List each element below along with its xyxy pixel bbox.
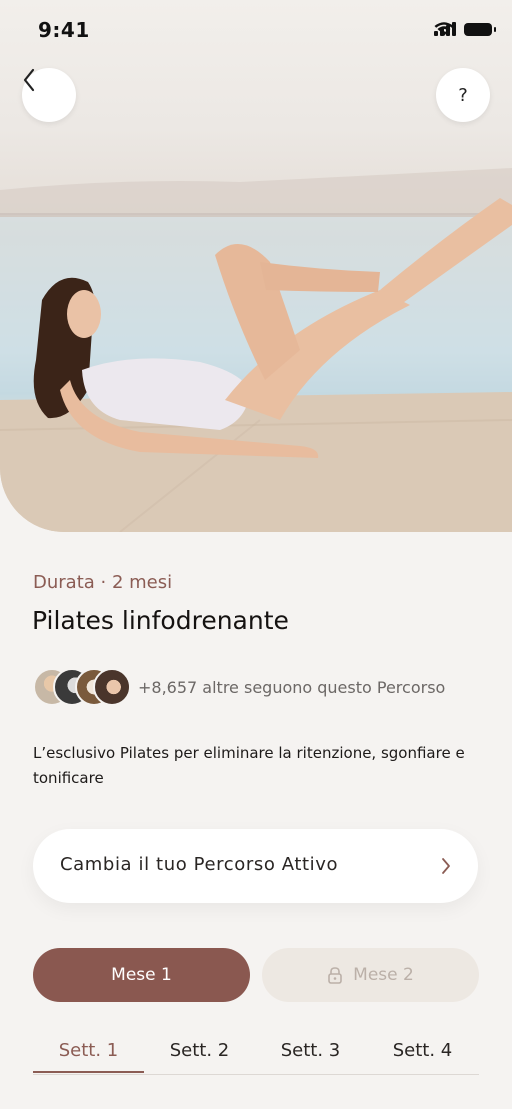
tab-week-3[interactable]: Sett. 3 <box>255 1040 366 1061</box>
change-path-button[interactable]: Cambia il tuo Percorso Attivo <box>33 829 478 903</box>
month-1-tab[interactable]: Mese 1 <box>33 948 250 1002</box>
wifi-icon <box>434 22 454 36</box>
tab-week-4[interactable]: Sett. 4 <box>367 1040 478 1061</box>
status-time: 9:41 <box>38 18 90 42</box>
follower-avatars <box>33 668 133 708</box>
tab-week-1[interactable]: Sett. 1 <box>33 1040 144 1061</box>
chevron-right-icon <box>442 858 450 874</box>
program-description: L’esclusivo Pilates per eliminare la rit… <box>33 744 465 787</box>
followers-count: +8,657 altre seguono questo Percorso <box>138 678 446 697</box>
avatar <box>93 668 131 706</box>
program-title: Pilates linfodrenante <box>32 606 289 635</box>
battery-icon <box>464 22 496 36</box>
program-duration: Durata · 2 mesi <box>33 572 173 593</box>
month-2-label: Mese 2 <box>353 965 414 985</box>
help-icon: ? <box>458 84 468 106</box>
back-button[interactable] <box>22 68 76 122</box>
pilates-photo <box>0 168 512 532</box>
chevron-left-icon <box>23 68 35 92</box>
month-2-tab[interactable]: Mese 2 <box>262 948 479 1002</box>
active-tab-indicator <box>33 1071 144 1073</box>
tab-week-2[interactable]: Sett. 2 <box>144 1040 255 1061</box>
hero-image: 9:41 ? <box>0 0 512 532</box>
week-tabs: Sett. 1 Sett. 2 Sett. 3 Sett. 4 <box>33 1030 479 1075</box>
help-button[interactable]: ? <box>436 68 490 122</box>
status-bar: 9:41 <box>0 0 512 60</box>
month-1-label: Mese 1 <box>111 965 172 985</box>
change-path-label: Cambia il tuo Percorso Attivo <box>60 854 339 875</box>
lock-icon <box>328 967 342 984</box>
